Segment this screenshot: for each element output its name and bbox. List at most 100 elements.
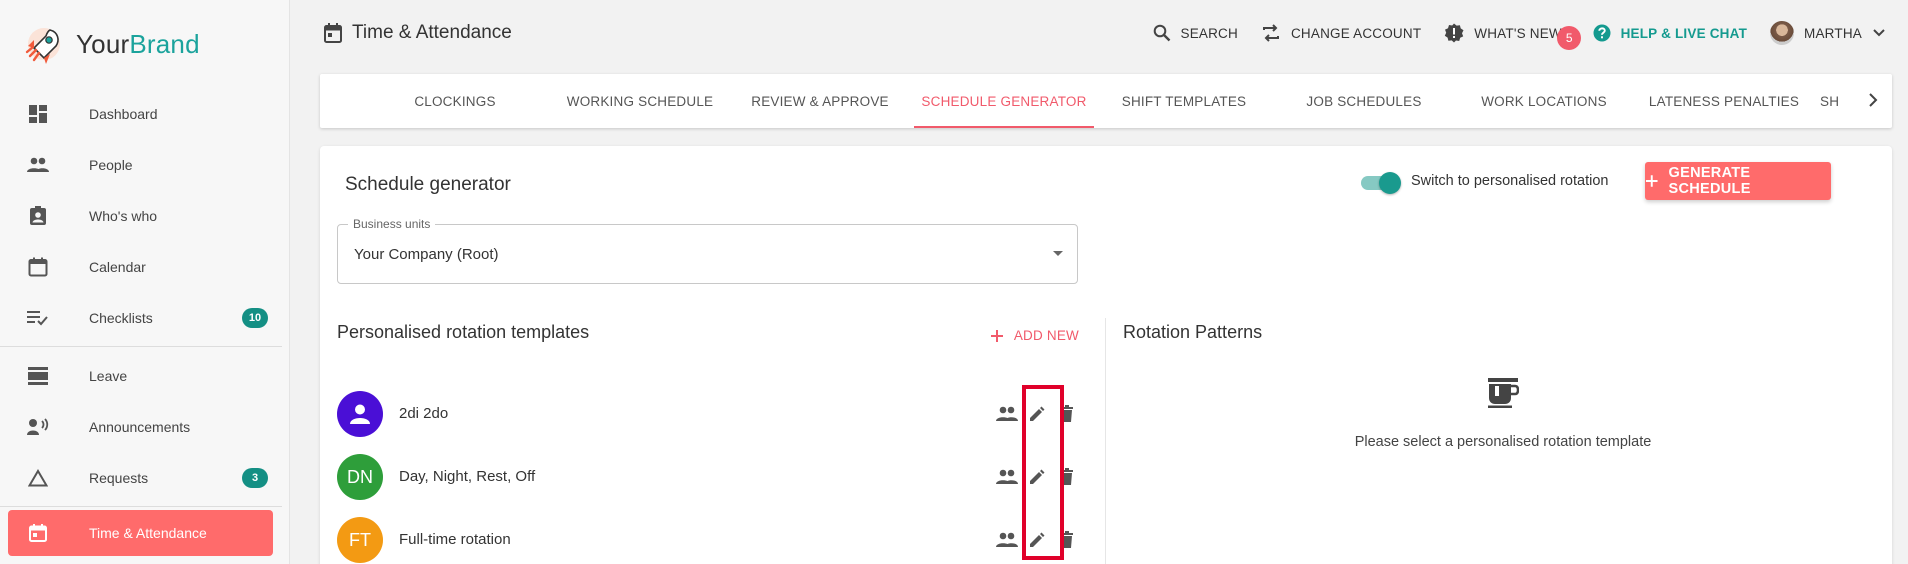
sidebar-item-time-attendance[interactable]: Time & Attendance: [8, 510, 273, 556]
change-account-label: CHANGE ACCOUNT: [1290, 25, 1422, 41]
template-avatar: [337, 391, 383, 437]
rotation-templates-title: Personalised rotation templates: [337, 322, 590, 342]
toggle-label: Switch to personalised rotation: [1411, 173, 1609, 189]
brand-logo[interactable]: YourBrand: [22, 20, 200, 68]
caret-down-icon: [1053, 251, 1063, 256]
panel-divider: [1105, 318, 1106, 564]
person-icon: [350, 404, 370, 424]
count-badge: 3: [242, 467, 268, 488]
tab-review-approve[interactable]: REVIEW & APPROVE: [750, 74, 890, 128]
whats-new-label: WHAT'S NEW?: [1474, 25, 1570, 41]
dashboard-icon: [27, 103, 49, 125]
tab-more[interactable]: SH: [1814, 74, 1874, 128]
template-avatar: FT: [337, 517, 383, 563]
tab-label: SH: [1820, 93, 1840, 109]
sidebar-item-label: Announcements: [89, 418, 191, 435]
search-button[interactable]: SEARCH: [1153, 24, 1238, 42]
sidebar-item-label: Time & Attendance: [89, 525, 207, 541]
calendar-icon: [27, 256, 49, 278]
toggle-switch[interactable]: [1359, 171, 1401, 194]
rocket-logo-icon: [25, 28, 60, 64]
new-releases-icon: [1445, 23, 1464, 43]
sidebar-item-whos-who[interactable]: Who's who: [0, 190, 290, 241]
coffee-cup-icon: [1488, 378, 1520, 408]
sidebar-item-label: Calendar: [89, 258, 146, 275]
sidebar-item-announcements[interactable]: Announcements: [0, 401, 290, 452]
sidebar-item-checklists[interactable]: Checklists 10: [0, 292, 290, 343]
template-initials: FT: [349, 529, 371, 550]
tab-label: WORK LOCATIONS: [1481, 93, 1607, 109]
assign-people-icon[interactable]: [995, 528, 1019, 552]
search-label: SEARCH: [1180, 25, 1238, 41]
schedule-generator-card: Schedule generator Switch to personalise…: [320, 146, 1892, 564]
add-new-label: ADD NEW: [1013, 328, 1079, 343]
tab-label: CLOCKINGS: [414, 93, 496, 109]
personalised-rotation-toggle[interactable]: Switch to personalised rotation: [1359, 171, 1609, 194]
swap-icon: [1262, 24, 1279, 42]
brand-name-part2: Brand: [129, 28, 200, 59]
whats-new-button[interactable]: WHAT'S NEW? 5: [1444, 23, 1582, 50]
tab-bar: CLOCKINGS WORKING SCHEDULE REVIEW & APPR…: [320, 74, 1892, 128]
rotation-templates-panel: Personalised rotation templates ADD NEW …: [337, 318, 1079, 564]
sidebar-item-label: Requests: [89, 469, 149, 486]
assign-people-icon[interactable]: [995, 465, 1019, 489]
notification-badge: 5: [1557, 26, 1582, 50]
divider: [0, 506, 282, 507]
sidebar-item-label: Checklists: [89, 309, 153, 326]
sidebar: YourBrand Dashboard People Who's who Cal…: [0, 0, 290, 564]
chevron-right-icon[interactable]: [1868, 92, 1878, 108]
template-row[interactable]: FT Full-time rotation: [337, 517, 1079, 563]
change-account-button[interactable]: CHANGE ACCOUNT: [1261, 24, 1421, 42]
tab-label: REVIEW & APPROVE: [751, 93, 889, 109]
generate-schedule-button[interactable]: GENERATE SCHEDULE: [1645, 162, 1831, 200]
plus-icon: [990, 329, 1003, 342]
sidebar-item-requests[interactable]: Requests 3: [0, 452, 290, 503]
business-units-select[interactable]: Business units Your Company (Root): [337, 217, 1078, 284]
template-name: 2di 2do: [399, 405, 449, 422]
assign-people-icon[interactable]: [995, 402, 1019, 426]
chevron-down-icon: [1873, 29, 1885, 37]
user-menu[interactable]: MARTHA: [1770, 21, 1886, 45]
empty-state-text: Please select a personalised rotation te…: [1354, 434, 1652, 450]
sidebar-item-calendar[interactable]: Calendar: [0, 241, 290, 292]
count-badge: 10: [242, 307, 268, 328]
tab-lateness-penalties[interactable]: LATENESS PENALTIES: [1634, 74, 1814, 128]
top-header: Time & Attendance SEARCH CHANGE ACCOUNT …: [290, 0, 1908, 66]
template-row[interactable]: 2di 2do: [337, 391, 1079, 437]
sidebar-item-label: Who's who: [89, 207, 158, 224]
sidebar-item-people[interactable]: People: [0, 139, 290, 190]
tab-working-schedule[interactable]: WORKING SCHEDULE: [530, 74, 750, 128]
plus-icon: [1645, 175, 1658, 187]
brand-name: YourBrand: [76, 29, 200, 60]
sidebar-item-leave[interactable]: Leave: [0, 350, 290, 401]
help-live-chat-button[interactable]: HELP & LIVE CHAT: [1593, 24, 1747, 42]
tab-label: JOB SCHEDULES: [1306, 93, 1422, 109]
template-row[interactable]: DN Day, Night, Rest, Off: [337, 454, 1079, 500]
tab-work-locations[interactable]: WORK LOCATIONS: [1454, 74, 1634, 128]
tab-label: SHIFT TEMPLATES: [1121, 93, 1247, 109]
leave-icon: [27, 365, 49, 387]
tab-shift-templates[interactable]: SHIFT TEMPLATES: [1094, 74, 1274, 128]
tab-job-schedules[interactable]: JOB SCHEDULES: [1274, 74, 1454, 128]
sidebar-item-label: People: [89, 156, 133, 173]
divider: [0, 346, 282, 347]
toggle-knob: [1379, 172, 1401, 194]
calendar-today-icon: [27, 522, 49, 544]
announcement-icon: [27, 416, 49, 438]
card-title: Schedule generator: [345, 174, 511, 195]
sidebar-item-dashboard[interactable]: Dashboard: [0, 88, 290, 139]
brand-name-part1: Your: [76, 28, 130, 59]
search-icon: [1153, 24, 1170, 42]
sidebar-item-label: Dashboard: [89, 105, 158, 122]
empty-state: [1123, 378, 1883, 413]
add-new-button[interactable]: ADD NEW: [990, 328, 1079, 343]
highlight-box: [1022, 385, 1064, 560]
template-name: Full-time rotation: [399, 531, 511, 548]
template-initials: DN: [347, 466, 373, 487]
badge-icon: [27, 205, 49, 227]
template-name: Day, Night, Rest, Off: [399, 468, 536, 485]
rotation-patterns-panel: Rotation Patterns Please select a person…: [1123, 318, 1883, 564]
tab-label: WORKING SCHEDULE: [566, 93, 714, 109]
business-units-label: Business units: [348, 217, 436, 231]
tab-schedule-generator[interactable]: SCHEDULE GENERATOR: [914, 74, 1094, 128]
